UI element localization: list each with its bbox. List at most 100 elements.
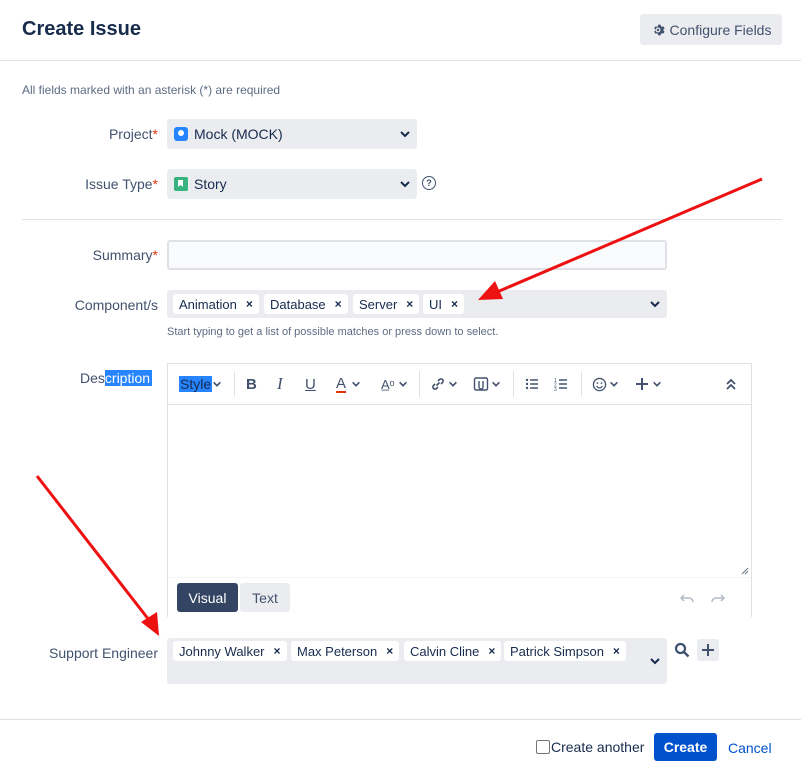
- component-chip: Animation ×: [173, 294, 259, 314]
- required-note: All fields marked with an asterisk (*) a…: [22, 83, 281, 97]
- support-engineer-label: Support Engineer: [49, 645, 158, 661]
- chevron-down-icon[interactable]: [649, 298, 661, 310]
- remove-chip-icon[interactable]: ×: [488, 644, 495, 658]
- resize-handle-icon[interactable]: [741, 567, 749, 575]
- components-label: Component/s: [74, 297, 158, 313]
- insert-more-button[interactable]: [635, 374, 662, 394]
- style-dropdown[interactable]: Style: [179, 374, 222, 394]
- create-button[interactable]: Create: [654, 733, 717, 761]
- dialog-header: Create Issue Configure Fields: [0, 0, 801, 61]
- project-value: Mock (MOCK): [194, 126, 283, 142]
- link-button[interactable]: [430, 374, 458, 394]
- remove-chip-icon[interactable]: ×: [246, 297, 253, 311]
- italic-icon[interactable]: I: [277, 374, 283, 394]
- chevron-down-icon: [610, 381, 618, 387]
- toolbar-separator: [234, 371, 235, 397]
- component-chip: Server ×: [353, 294, 420, 314]
- svg-text:3: 3: [554, 387, 557, 391]
- collapse-toolbar-icon[interactable]: [725, 374, 737, 394]
- link-icon: [432, 378, 444, 390]
- plus-icon: [636, 378, 648, 390]
- chip-label: Server: [359, 296, 398, 312]
- chevron-down-icon: [400, 131, 410, 138]
- section-divider: [22, 219, 782, 220]
- chip-label: UI: [429, 296, 442, 312]
- add-user-button[interactable]: [697, 639, 719, 661]
- plus-icon: [702, 644, 714, 656]
- issue-type-label: Issue Type*: [85, 176, 158, 192]
- visual-mode-tab[interactable]: Visual: [177, 583, 238, 612]
- issue-type-select[interactable]: Story: [167, 169, 417, 199]
- text-mode-tab[interactable]: Text: [240, 583, 290, 612]
- underline-icon[interactable]: U: [305, 374, 316, 394]
- annotation-arrow: [35, 475, 151, 621]
- story-icon: [174, 177, 188, 191]
- attachment-icon: [473, 377, 489, 391]
- remove-chip-icon[interactable]: ×: [406, 297, 413, 311]
- user-search-button[interactable]: [671, 639, 693, 661]
- configure-fields-button[interactable]: Configure Fields: [640, 14, 782, 45]
- engineer-chip: Johnny Walker ×: [173, 641, 287, 661]
- editor-toolbar: Style B I U A A̲ᵒ 123: [168, 364, 751, 405]
- project-select[interactable]: Mock (MOCK): [167, 119, 417, 149]
- create-another-label: Create another: [551, 739, 645, 755]
- text-effects-button[interactable]: A̲ᵒ: [381, 374, 408, 394]
- attachment-button[interactable]: [473, 374, 501, 394]
- engineer-chip: Max Peterson ×: [291, 641, 400, 661]
- text-effects-icon: A̲ᵒ: [381, 376, 395, 392]
- text-color-button[interactable]: A: [336, 374, 361, 394]
- annotation-arrowhead: [141, 612, 159, 636]
- create-another-checkbox[interactable]: [536, 740, 550, 754]
- redo-icon[interactable]: [711, 592, 725, 604]
- remove-chip-icon[interactable]: ×: [613, 644, 620, 658]
- components-hint: Start typing to get a list of possible m…: [167, 326, 499, 338]
- chevron-down-icon: [449, 381, 457, 387]
- chevron-down-icon: [400, 181, 410, 188]
- remove-chip-icon[interactable]: ×: [335, 297, 342, 311]
- chip-label: Animation: [179, 296, 237, 312]
- style-label: Style: [179, 376, 213, 392]
- numbered-list-icon[interactable]: 123: [554, 374, 568, 394]
- help-icon[interactable]: ?: [422, 176, 436, 190]
- component-chip: Database ×: [264, 294, 348, 314]
- chevron-down-icon: [213, 381, 222, 387]
- text-color-icon: A: [336, 374, 347, 393]
- chevron-down-icon: [653, 381, 661, 387]
- remove-chip-icon[interactable]: ×: [451, 297, 458, 311]
- undo-icon[interactable]: [680, 592, 694, 604]
- remove-chip-icon[interactable]: ×: [274, 644, 281, 658]
- summary-label: Summary*: [92, 247, 158, 263]
- project-avatar-icon: [174, 127, 188, 141]
- toolbar-separator: [419, 371, 420, 397]
- summary-input[interactable]: [167, 240, 667, 270]
- support-engineer-field[interactable]: Johnny Walker × Max Peterson × Calvin Clin…: [167, 638, 667, 684]
- emoji-button[interactable]: [592, 374, 619, 394]
- description-textarea[interactable]: [168, 405, 751, 577]
- create-issue-dialog: Create Issue Configure Fields All fields…: [0, 0, 801, 769]
- search-icon: [674, 642, 690, 658]
- components-field[interactable]: Animation × Database × Server × UI ×: [167, 290, 667, 318]
- chevron-down-icon: [352, 381, 360, 387]
- component-chip: UI ×: [423, 294, 465, 314]
- gear-icon: [653, 24, 665, 35]
- description-label: Description: [80, 370, 153, 386]
- bold-icon[interactable]: B: [246, 374, 257, 394]
- cancel-link[interactable]: Cancel: [728, 740, 772, 756]
- chip-label: Calvin Cline: [410, 643, 480, 659]
- remove-chip-icon[interactable]: ×: [386, 644, 393, 658]
- project-label: Project*: [108, 126, 158, 142]
- engineer-chip: Patrick Simpson ×: [504, 641, 626, 661]
- emoji-icon: [592, 377, 607, 391]
- chip-label: Johnny Walker: [179, 643, 265, 659]
- configure-fields-label: Configure Fields: [669, 21, 772, 38]
- toolbar-separator: [513, 371, 514, 397]
- annotation-arrow: [496, 177, 763, 294]
- bullet-list-icon[interactable]: [525, 374, 539, 394]
- chip-label: Max Peterson: [297, 643, 378, 659]
- description-editor: Style B I U A A̲ᵒ 123 Visual Text: [167, 363, 752, 618]
- engineer-chip: Calvin Cline ×: [404, 641, 502, 661]
- chip-label: Patrick Simpson: [510, 643, 604, 659]
- chevron-down-icon: [398, 381, 407, 387]
- chevron-down-icon[interactable]: [649, 655, 661, 667]
- dialog-title: Create Issue: [22, 18, 141, 40]
